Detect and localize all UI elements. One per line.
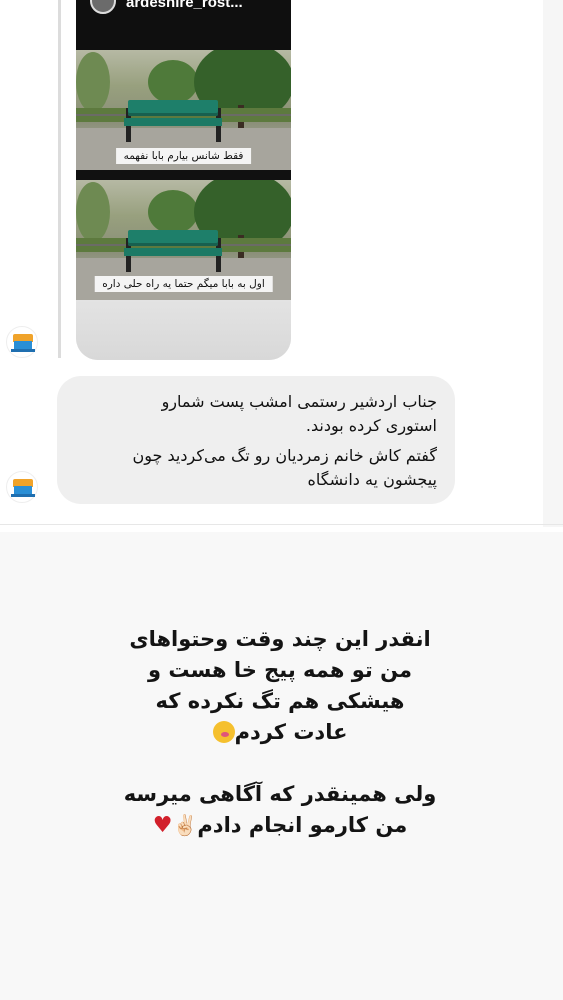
story-text-line: ولی همینقدر که آگاهی میرسه <box>123 782 437 806</box>
story-frame-2: اول به بابا میگم حتما یه راه حلی داره <box>76 180 291 300</box>
bench-seat <box>124 248 222 256</box>
tree-shape <box>76 52 110 112</box>
tree-shape <box>148 60 198 104</box>
message-bubble[interactable]: جناب اردشیر رستمی امشب پست شمارو استوری … <box>57 376 455 504</box>
sender-avatar[interactable] <box>6 326 38 358</box>
message-line: استوری کرده بودند. <box>305 416 437 435</box>
scrollbar-track[interactable] <box>543 0 563 527</box>
victory-hand-icon: ✌🏻 <box>172 813 198 837</box>
bench-back <box>128 100 218 116</box>
frame-separator <box>76 170 291 180</box>
story-caption-1: فقط شانس بیارم بابا نفهمه <box>115 148 252 164</box>
story-caption-2: اول به بابا میگم حتما یه راه حلی داره <box>94 276 273 292</box>
story-text-background: انقدر این چند وقت وحتواهای من تو همه پیج… <box>0 532 563 1000</box>
logo-base <box>11 349 35 352</box>
bench-seat <box>124 118 222 126</box>
sender-avatar[interactable] <box>6 471 38 503</box>
tree-shape <box>148 190 198 234</box>
story-author-avatar[interactable] <box>90 0 116 14</box>
story-text-line: هیشکی هم تگ نکرده که <box>155 689 405 713</box>
red-heart-icon: ♥ <box>152 813 173 838</box>
story-text-line-with-emoji: من کارمو انجام دادم✌🏻♥ <box>60 810 500 841</box>
story-overlay-text: انقدر این چند وقت وحتواهای من تو همه پیج… <box>60 624 500 841</box>
story-author-username[interactable]: ardeshire_rost... <box>126 0 243 11</box>
hand-over-mouth-face-icon <box>212 721 235 743</box>
message-line: گفتم کاش خانم زمردیان رو تگ می‌کردید چون <box>132 446 437 465</box>
story-text-line: انقدر این چند وقت وحتواهای <box>129 627 431 651</box>
divider <box>0 524 563 525</box>
story-header: ardeshire_rost... <box>76 0 291 50</box>
dm-thread: ardeshire_rost... فقط شانس بیارم بابا نف… <box>0 0 563 527</box>
story-card-footer <box>76 300 291 360</box>
bench-back <box>128 230 218 246</box>
reply-indicator-line <box>58 0 61 358</box>
story-text-line-with-emoji: عادت کردم <box>60 717 500 748</box>
message-line: جناب اردشیر رستمی امشب پست شمارو <box>161 392 437 411</box>
shared-story-card[interactable]: ardeshire_rost... فقط شانس بیارم بابا نف… <box>76 0 291 360</box>
tree-shape <box>76 182 110 242</box>
message-line: پیجشون یه دانشگاه <box>307 470 438 489</box>
logo-base <box>11 494 35 497</box>
story-text-line: من کارمو انجام دادم <box>197 813 408 837</box>
story-text-line: من تو همه پیج خا هست و <box>147 658 413 682</box>
story-frame-1: فقط شانس بیارم بابا نفهمه <box>76 50 291 170</box>
story-text-line: عادت کردم <box>234 720 348 744</box>
